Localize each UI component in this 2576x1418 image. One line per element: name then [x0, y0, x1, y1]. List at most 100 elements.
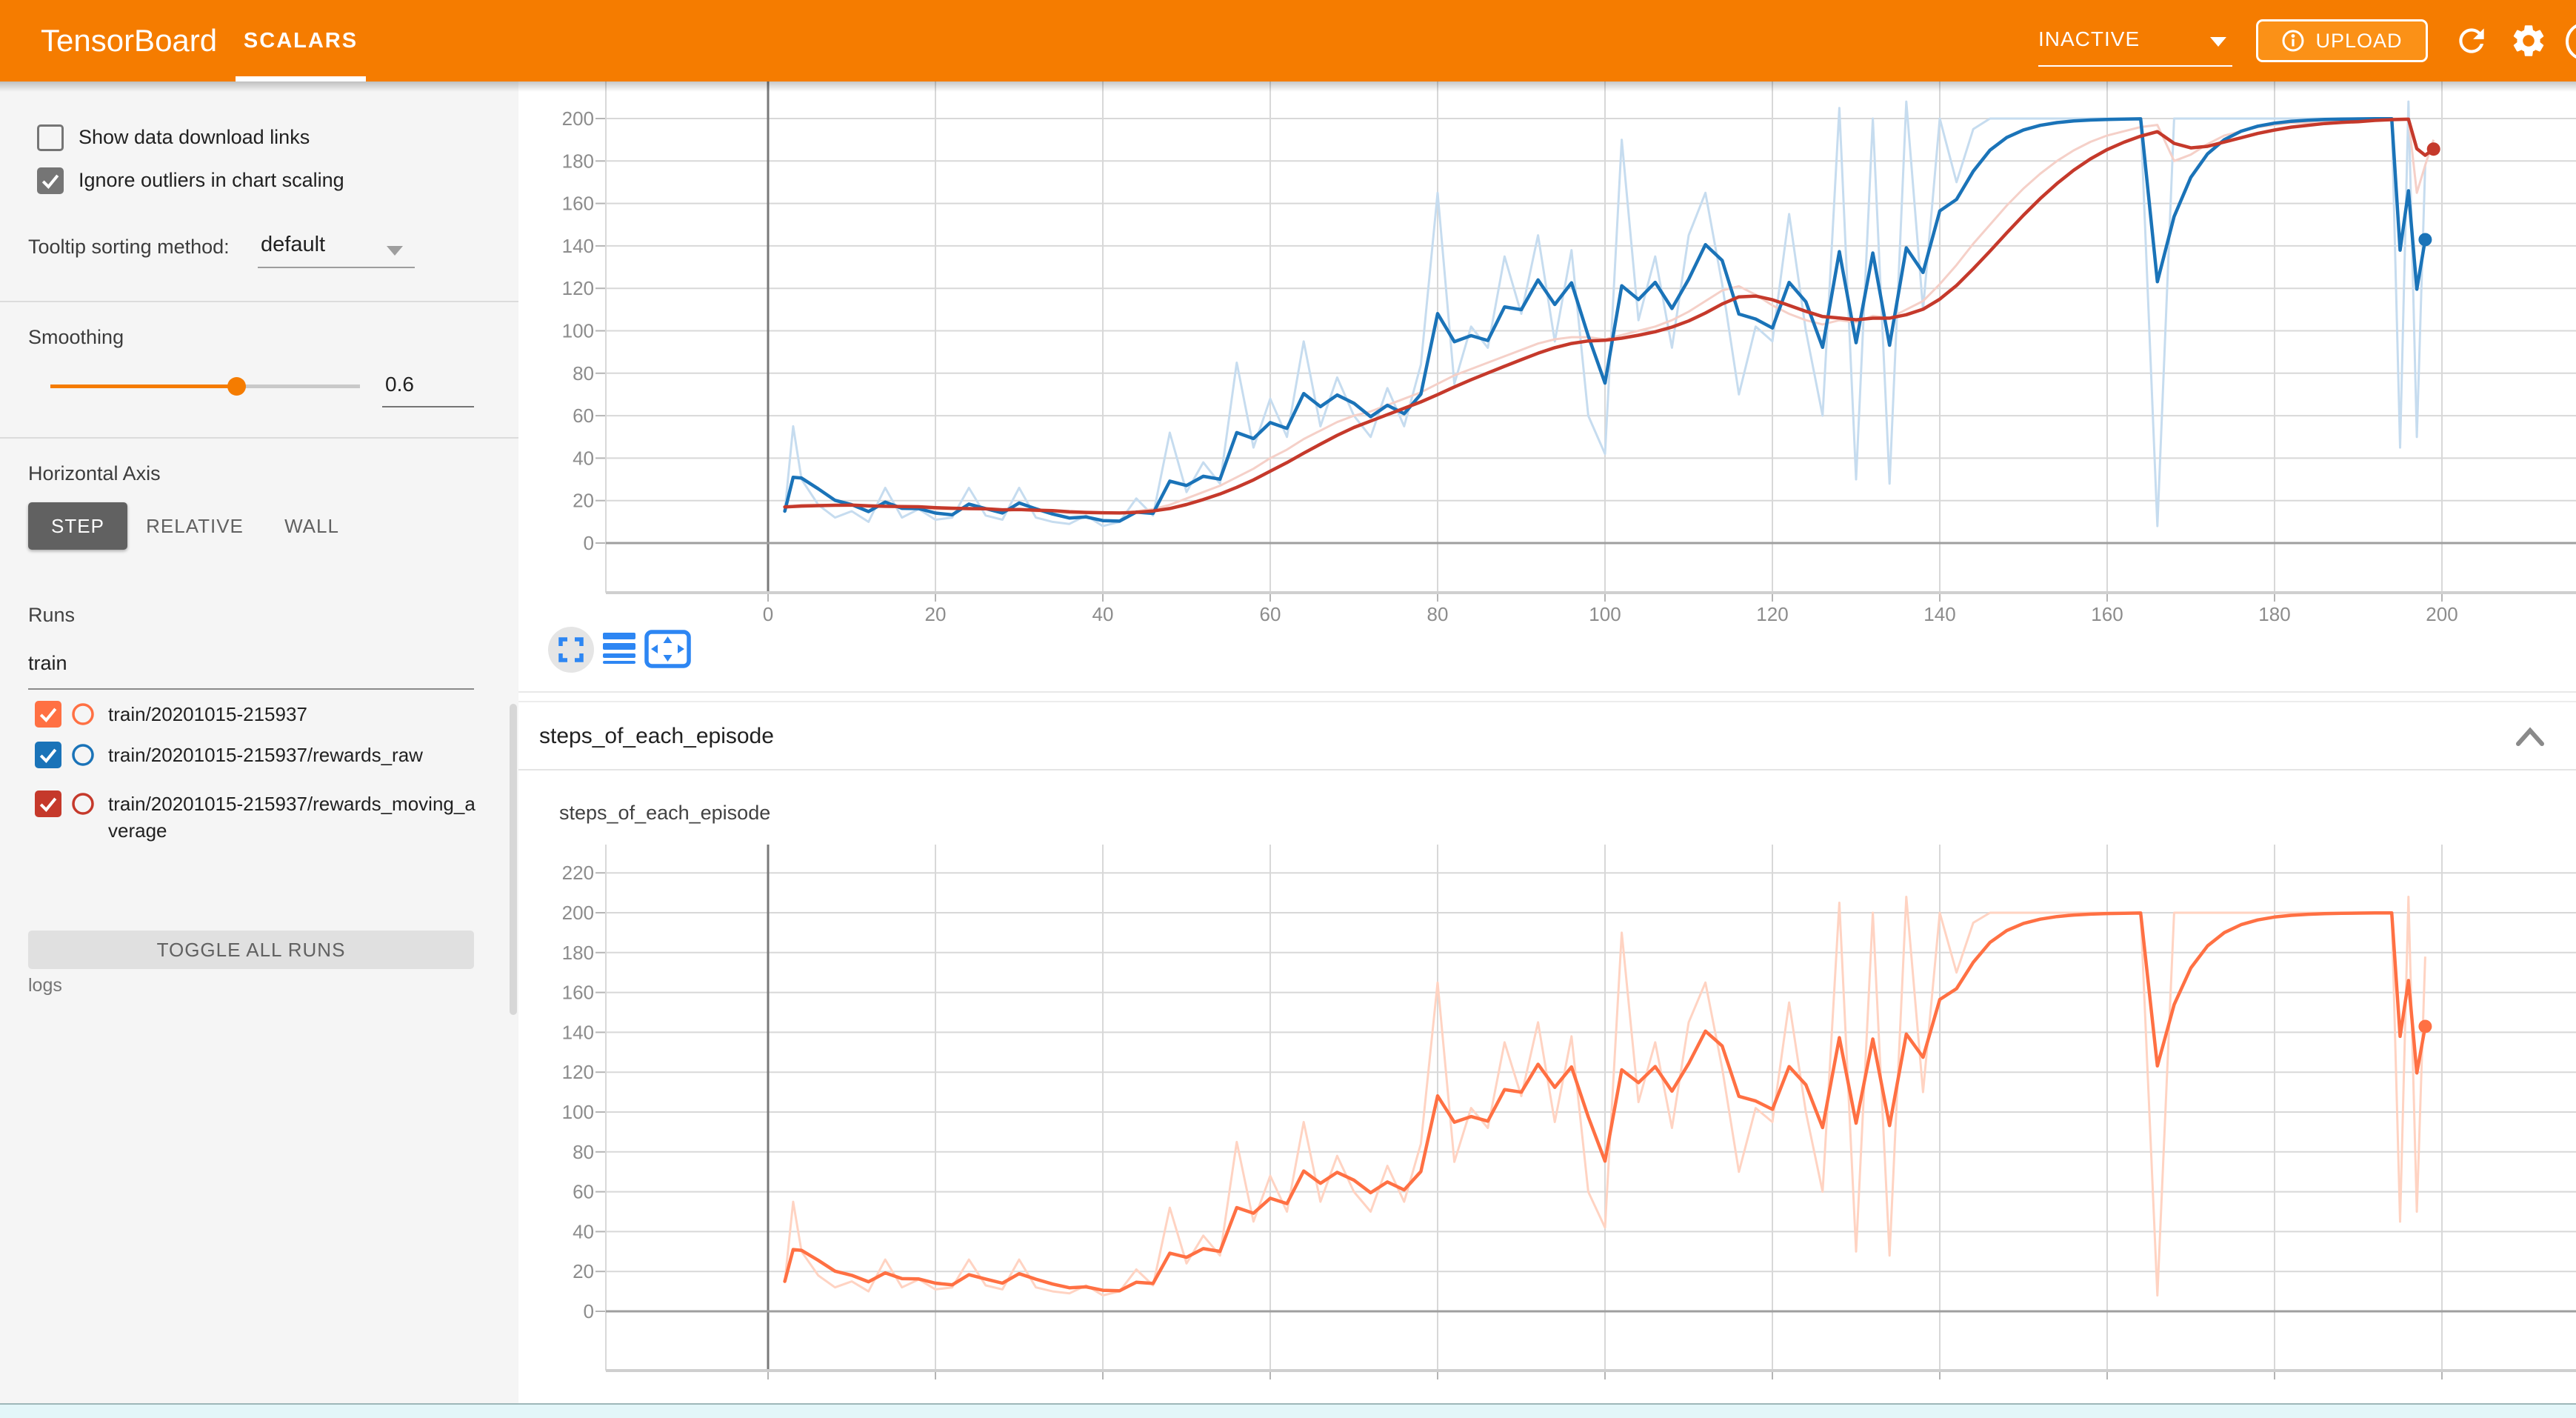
toggle-all-runs-button[interactable]: TOGGLE ALL RUNS [28, 931, 474, 969]
run-color-circle-icon[interactable] [71, 743, 95, 767]
info-icon [2281, 29, 2305, 53]
svg-text:80: 80 [1427, 603, 1449, 625]
upload-button[interactable]: UPLOAD [2256, 19, 2428, 62]
section-title: steps_of_each_episode [539, 702, 774, 770]
axis-button-step[interactable]: STEP [28, 502, 127, 550]
svg-text:60: 60 [573, 405, 594, 427]
check-icon [39, 169, 62, 193]
smoothing-value[interactable]: 0.6 [385, 373, 414, 396]
refresh-icon[interactable] [2453, 22, 2490, 59]
smoothing-slider-thumb[interactable] [227, 377, 246, 396]
chevron-up-icon[interactable] [2512, 723, 2548, 750]
run-row[interactable]: train/20201015-215937/rewards_moving_ave… [0, 790, 518, 822]
runs-filter-underline [28, 688, 474, 690]
svg-text:20: 20 [573, 490, 594, 512]
smoothing-slider[interactable] [50, 385, 360, 388]
tab-active-underline [236, 76, 366, 81]
axis-button-wall[interactable]: WALL [271, 502, 353, 550]
svg-text:120: 120 [562, 277, 594, 299]
svg-text:200: 200 [562, 902, 594, 924]
check-icon [36, 792, 60, 816]
svg-text:220: 220 [562, 862, 594, 884]
check-icon [36, 702, 60, 726]
run-row[interactable]: train/20201015-215937/rewards_raw [0, 742, 518, 773]
divider [518, 691, 2576, 693]
runs-filter-input[interactable] [28, 652, 473, 675]
tensorboard-app: { "header": { "app_title": "TensorBoard"… [0, 0, 2576, 1417]
bottom-scroll-strip[interactable] [0, 1403, 2576, 1418]
svg-text:0: 0 [584, 532, 594, 554]
svg-text:120: 120 [1756, 603, 1788, 625]
tooltip-sorting-label: Tooltip sorting method: [28, 236, 230, 259]
svg-text:200: 200 [2426, 603, 2457, 625]
logs-label: logs [28, 975, 62, 996]
ignore-outliers-checkbox[interactable] [37, 167, 64, 194]
run-color-circle-icon[interactable] [71, 702, 95, 726]
svg-text:20: 20 [573, 1260, 594, 1282]
svg-text:160: 160 [562, 193, 594, 215]
horizontal-axis-label: Horizontal Axis [28, 462, 161, 485]
upload-button-label: UPLOAD [2315, 30, 2402, 53]
smoothing-slider-fill [50, 385, 236, 388]
divider [0, 437, 518, 439]
fit-domain-button[interactable] [647, 632, 689, 666]
svg-text:160: 160 [2091, 603, 2123, 625]
svg-text:100: 100 [1589, 603, 1621, 625]
check-icon [36, 743, 60, 767]
run-checkbox[interactable] [35, 701, 61, 728]
status-dropdown-underline [2038, 65, 2232, 67]
smoothing-label: Smoothing [28, 326, 124, 349]
svg-text:20: 20 [925, 603, 947, 625]
run-checkbox[interactable] [35, 790, 61, 817]
gear-icon[interactable] [2509, 21, 2548, 60]
svg-text:0: 0 [584, 1300, 594, 1322]
svg-text:40: 40 [573, 447, 594, 469]
runs-title: Runs [28, 604, 75, 627]
settings-sidebar: Show data download links Ignore outliers… [0, 81, 518, 1417]
app-title: TensorBoard [41, 0, 217, 81]
help-icon[interactable] [2564, 21, 2576, 62]
run-label[interactable]: train/20201015-215937/rewards_raw [108, 742, 482, 768]
app-header: TensorBoard SCALARS INACTIVE UPLOAD [0, 0, 2576, 81]
data-table-toggle-button[interactable] [603, 633, 635, 664]
svg-text:80: 80 [573, 1141, 594, 1163]
sidebar-scrollbar[interactable] [510, 704, 517, 1015]
section-header-steps-of-each-episode[interactable]: steps_of_each_episode [518, 701, 2576, 770]
svg-text:180: 180 [562, 150, 594, 172]
status-dropdown[interactable]: INACTIVE [2038, 0, 2140, 79]
tooltip-sorting-underline [258, 267, 415, 268]
svg-text:200: 200 [562, 107, 594, 130]
tooltip-sorting-dropdown[interactable]: default [261, 233, 325, 257]
show-download-links-label: Show data download links [79, 126, 310, 149]
svg-text:0: 0 [763, 603, 773, 625]
svg-text:180: 180 [2258, 603, 2290, 625]
tab-scalars[interactable]: SCALARS [236, 0, 366, 81]
show-download-links-checkbox[interactable] [37, 124, 64, 151]
expand-chart-button[interactable] [548, 627, 594, 673]
svg-text:40: 40 [573, 1220, 594, 1242]
svg-text:180: 180 [562, 942, 594, 964]
svg-text:120: 120 [562, 1061, 594, 1083]
rewards-chart[interactable]: 0 20 40 60 80 100 120 140 160 180 200 0 20 40 60 80 100 1… [518, 81, 2576, 682]
svg-text:100: 100 [562, 320, 594, 342]
run-label[interactable]: train/20201015-215937/rewards_moving_ave… [108, 790, 482, 844]
chevron-down-icon[interactable] [2210, 37, 2226, 47]
chevron-down-icon[interactable] [387, 246, 403, 256]
svg-text:60: 60 [573, 1181, 594, 1203]
run-row[interactable]: train/20201015-215937 [0, 701, 518, 732]
svg-text:140: 140 [562, 1021, 594, 1043]
axis-button-relative[interactable]: RELATIVE [145, 502, 244, 550]
svg-text:140: 140 [562, 235, 594, 257]
svg-text:60: 60 [1260, 603, 1281, 625]
chart-toolbar [548, 626, 704, 673]
svg-text:40: 40 [1092, 603, 1114, 625]
run-color-circle-icon[interactable] [71, 792, 95, 816]
run-checkbox[interactable] [35, 742, 61, 768]
run-label[interactable]: train/20201015-215937 [108, 701, 482, 728]
svg-text:140: 140 [1923, 603, 1955, 625]
svg-text:80: 80 [573, 362, 594, 385]
ignore-outliers-label: Ignore outliers in chart scaling [79, 169, 344, 192]
svg-text:100: 100 [562, 1101, 594, 1123]
steps-chart[interactable]: 0 20 40 60 80 100 120 140 160 180 200 220 [518, 845, 2576, 1417]
svg-text:160: 160 [562, 982, 594, 1004]
